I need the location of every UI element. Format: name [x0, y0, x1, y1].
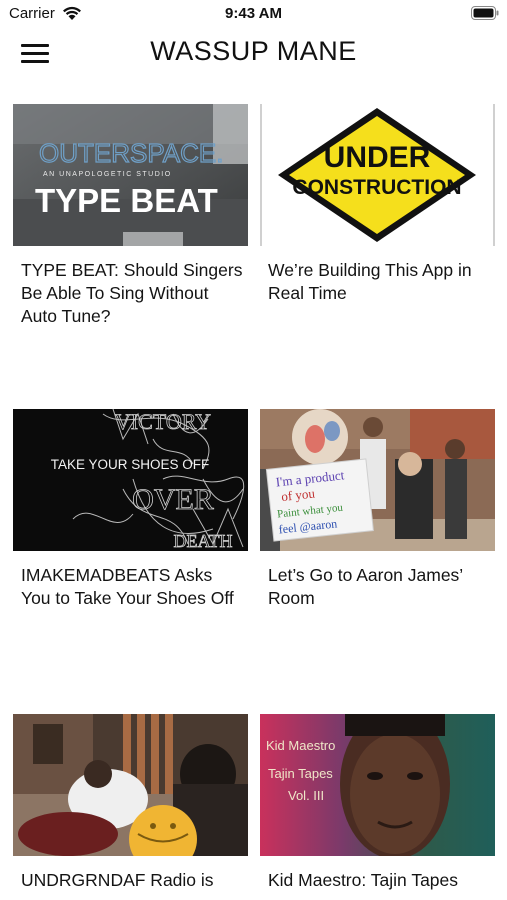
- video-thumbnail[interactable]: [13, 714, 248, 856]
- video-thumbnail[interactable]: TAKE YOUR SHOES OFF VICTORY OVER DEATH: [13, 409, 248, 551]
- sign-text: UNDER: [324, 141, 431, 174]
- video-thumbnail[interactable]: UNDER CONSTRUCTION: [260, 104, 495, 246]
- video-title[interactable]: IMAKEMADBEATS Asks You to Take Your Shoe…: [21, 564, 243, 610]
- thumbnail-text: OUTERSPACE.: [39, 138, 223, 168]
- video-title[interactable]: UNDRGRNDAF Radio is: [21, 869, 243, 892]
- thumbnail-text: AN UNAPOLOGETIC STUDIO: [43, 171, 172, 178]
- video-title[interactable]: TYPE BEAT: Should Singers Be Able To Sin…: [21, 259, 243, 328]
- video-thumbnail[interactable]: OUTERSPACE. AN UNAPOLOGETIC STUDIO TYPE …: [13, 104, 248, 246]
- battery-icon: [471, 6, 499, 20]
- video-title[interactable]: We’re Building This App in Real Time: [268, 259, 490, 305]
- thumbnail-text: VICTORY: [115, 409, 211, 434]
- video-thumbnail[interactable]: Kid Maestro Tajin Tapes Vol. III: [260, 714, 495, 856]
- app-title: WASSUP MANE: [150, 36, 357, 66]
- status-bar: Carrier 9:43 AM: [0, 0, 507, 28]
- thumbnail-text: Kid Maestro: [266, 738, 335, 753]
- thumbnail-text: Vol. III: [288, 788, 324, 803]
- sign-text: CONSTRUCTION: [292, 176, 461, 199]
- video-title[interactable]: Kid Maestro: Tajin Tapes: [268, 869, 490, 892]
- thumbnail-text: OVER: [132, 483, 214, 516]
- video-title[interactable]: Let’s Go to Aaron James’ Room: [268, 564, 490, 610]
- thumbnail-text: Tajin Tapes: [268, 766, 333, 781]
- thumbnail-text: DEATH: [174, 531, 233, 551]
- thumbnail-text: TAKE YOUR SHOES OFF: [51, 457, 210, 472]
- clock: 9:43 AM: [225, 5, 282, 22]
- video-thumbnail[interactable]: I'm a product of you Paint what you feel…: [260, 409, 495, 551]
- thumbnail-text: TYPE BEAT: [35, 182, 218, 219]
- navigation-bar: WASSUP MANE: [0, 28, 507, 78]
